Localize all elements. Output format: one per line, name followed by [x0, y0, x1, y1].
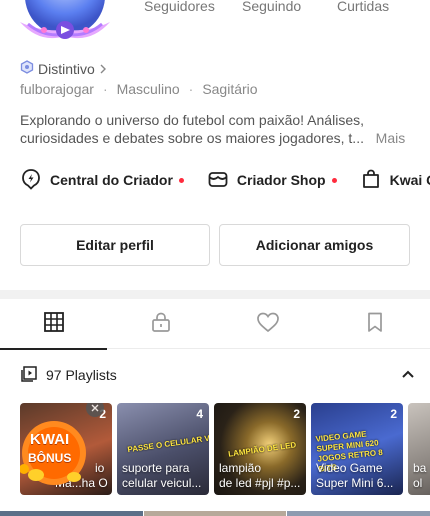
- bio-line-2: curiosidades e debates sobre os maiores …: [20, 129, 415, 147]
- shopping-bag-icon: [360, 168, 382, 193]
- lock-icon: [150, 311, 172, 338]
- badge-label: Distintivo: [38, 60, 95, 77]
- badge-link[interactable]: Distintivo: [20, 60, 107, 77]
- tab-saved[interactable]: [321, 299, 428, 349]
- heart-icon: [256, 311, 280, 338]
- following-label[interactable]: Seguindo: [242, 0, 301, 14]
- kwai-bonus-promo[interactable]: KWAI BÔNUS: [20, 417, 94, 487]
- playlist-cover-tag: LAMPIÃO DE LED: [227, 440, 297, 459]
- playlist-count: 4: [196, 407, 203, 421]
- bio: Explorando o universo do futebol com pai…: [20, 111, 415, 147]
- creator-shop-label: Criador Shop: [236, 172, 326, 188]
- chevron-right-icon: [99, 61, 107, 77]
- promo-subtitle: BÔNUS: [28, 451, 72, 465]
- separator-dot: ·: [102, 81, 108, 97]
- creator-shop-link[interactable]: Criador Shop: [207, 168, 337, 193]
- video-thumb-edge[interactable]: [143, 511, 287, 516]
- playlist-count: 2: [390, 407, 397, 421]
- playlist-caption-line1: suporte para: [122, 461, 190, 475]
- add-friends-label: Adicionar amigos: [255, 237, 374, 253]
- playlist-card[interactable]: ba ol: [408, 403, 430, 495]
- playlist-caption-line1: ba: [413, 461, 427, 475]
- edit-profile-label: Editar perfil: [76, 237, 154, 253]
- playlist-count: 2: [293, 407, 300, 421]
- bio-line-1: Explorando o universo do futebol com pai…: [20, 112, 364, 128]
- promo-title: KWAI: [30, 431, 70, 448]
- grid-icon: [43, 311, 65, 338]
- playlist-caption-line2: ol: [413, 476, 423, 490]
- playlist-caption-line2: de led #pjl #p...: [219, 476, 301, 490]
- notification-dot: [331, 177, 337, 183]
- video-thumb-edge[interactable]: [0, 511, 143, 516]
- playlist-card[interactable]: 2 LAMPIÃO DE LED lampião de led #pjl #p.…: [214, 403, 306, 495]
- bookmark-icon: [365, 311, 385, 338]
- creator-links: Central do Criador Criador Shop Kwai G: [20, 168, 430, 192]
- playlist-card[interactable]: 2 io Ma...ha On... KWAI BÔNUS: [20, 403, 112, 495]
- creator-center-link[interactable]: Central do Criador: [20, 168, 184, 193]
- playlists-carousel: 2 io Ma...ha On... KWAI BÔNUS 4 PASSE O …: [20, 403, 430, 495]
- playlist-caption-line1: Video Game: [316, 461, 383, 475]
- playlist-icon: [20, 365, 38, 386]
- profile-tabs: [0, 299, 430, 350]
- playlist-caption: suporte para celular veicul...: [122, 461, 205, 491]
- profile-info: fulborajogar · Masculino · Sagitário: [20, 81, 258, 97]
- bio-more-link[interactable]: Mais: [376, 130, 406, 146]
- gender: Masculino: [116, 81, 180, 97]
- zodiac: Sagitário: [202, 81, 258, 97]
- playlists-title: 97 Playlists: [20, 365, 117, 386]
- tab-grid[interactable]: [0, 299, 107, 350]
- playlist-card[interactable]: 2 VIDEO GAME SUPER MINI 620 JOGOS RETRO …: [311, 403, 403, 495]
- profile-header: Seguidores Seguindo Curtidas Distintivo …: [0, 0, 430, 290]
- separator-dot: ·: [188, 81, 194, 97]
- active-tab-indicator: [0, 348, 107, 350]
- tab-private[interactable]: [107, 299, 214, 349]
- video-grid-top-edge: [0, 511, 430, 516]
- playlist-caption: Video Game Super Mini 6...: [316, 461, 399, 491]
- playlist-cover-tag: PASSE O CELULAR VEICULAR: [126, 428, 209, 455]
- likes-label[interactable]: Curtidas: [337, 0, 389, 14]
- edit-profile-button[interactable]: Editar perfil: [20, 224, 210, 266]
- username: fulborajogar: [20, 81, 94, 97]
- playlist-card[interactable]: 4 PASSE O CELULAR VEICULAR suporte para …: [117, 403, 209, 495]
- playlists-count-label: 97 Playlists: [46, 367, 117, 383]
- section-divider: [0, 290, 430, 299]
- bio-line-2-text: curiosidades e debates sobre os maiores …: [20, 130, 364, 146]
- playlist-caption-line2: Super Mini 6...: [316, 476, 394, 490]
- kwai-link[interactable]: Kwai G: [360, 168, 430, 193]
- creator-center-label: Central do Criador: [50, 172, 173, 188]
- kwai-label: Kwai G: [389, 172, 430, 188]
- playlist-caption: lampião de led #pjl #p...: [219, 461, 302, 491]
- badge-hexagon-icon: [20, 60, 34, 77]
- tab-liked[interactable]: [214, 299, 321, 349]
- playlist-caption-line1: lampião: [219, 461, 262, 475]
- close-icon: [91, 403, 99, 417]
- playlist-caption: ba ol: [413, 461, 430, 491]
- add-friends-button[interactable]: Adicionar amigos: [219, 224, 410, 266]
- video-thumb-edge[interactable]: [287, 511, 430, 516]
- shop-icon: [207, 168, 229, 193]
- profile-stats: Seguidores Seguindo Curtidas: [0, 0, 430, 16]
- playlists-header[interactable]: 97 Playlists: [20, 364, 415, 386]
- creator-center-icon: [20, 168, 42, 193]
- chevron-up-icon[interactable]: [401, 366, 415, 384]
- notification-dot: [178, 177, 184, 183]
- playlist-caption-line2: celular veicul...: [122, 476, 202, 490]
- followers-label[interactable]: Seguidores: [144, 0, 215, 14]
